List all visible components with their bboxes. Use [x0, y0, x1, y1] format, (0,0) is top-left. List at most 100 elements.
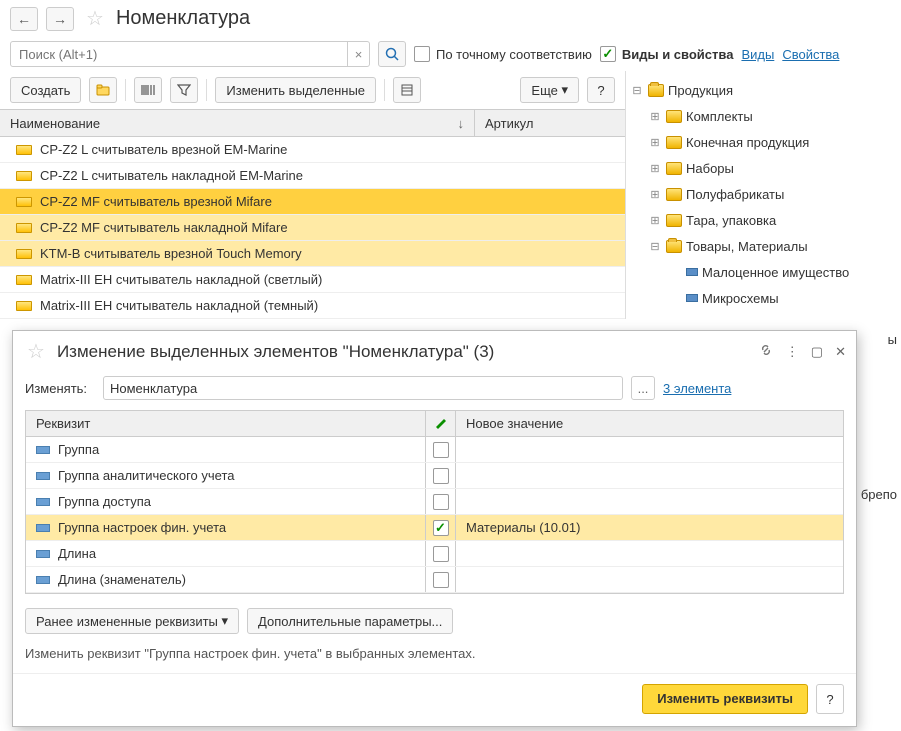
change-field-more-button[interactable]: ... [631, 376, 655, 400]
table-row[interactable]: CP-Z2 L считыватель врезной EM-Marine [0, 137, 625, 163]
change-label: Изменять: [25, 381, 95, 396]
folder-icon [666, 110, 682, 123]
field-icon [36, 446, 50, 454]
field-icon [36, 576, 50, 584]
favorite-star-icon[interactable]: ☆ [86, 6, 104, 31]
list-settings-button[interactable] [393, 77, 421, 103]
dialog-col-edit[interactable] [426, 411, 456, 436]
expand-icon[interactable]: ⊞ [648, 213, 662, 227]
tree-item[interactable]: Микросхемы [630, 285, 897, 311]
tree-folder[interactable]: ⊞Тара, упаковка [630, 207, 897, 233]
extra-params-button[interactable]: Дополнительные параметры... [247, 608, 453, 634]
checkbox-icon [414, 46, 430, 62]
table-row[interactable]: CP-Z2 MF считыватель врезной Mifare [0, 189, 625, 215]
collapse-icon[interactable]: ⊟ [648, 239, 662, 253]
field-icon [36, 524, 50, 532]
page-title: Номенклатура [116, 7, 250, 30]
item-icon [686, 294, 698, 302]
search-input[interactable] [11, 47, 347, 62]
field-icon [36, 550, 50, 558]
tree-folder[interactable]: ⊞Комплекты [630, 103, 897, 129]
tree-folder[interactable]: ⊞Наборы [630, 155, 897, 181]
count-link[interactable]: 3 элемента [663, 381, 731, 396]
search-field[interactable]: × [10, 41, 370, 67]
table-row[interactable]: CP-Z2 L считыватель накладной EM-Marine [0, 163, 625, 189]
checkbox-icon[interactable] [433, 442, 449, 458]
col-article-header[interactable]: Артикул [475, 110, 625, 136]
dialog-help-button[interactable]: ? [816, 684, 844, 714]
item-icon [16, 145, 32, 155]
checkbox-icon[interactable] [433, 546, 449, 562]
item-icon [16, 223, 32, 233]
table-row[interactable]: CP-Z2 MF считыватель накладной Mifare [0, 215, 625, 241]
table-row[interactable]: KTM-B считыватель врезной Touch Memory [0, 241, 625, 267]
requisite-row[interactable]: Группа доступа [26, 489, 843, 515]
nav-back-button[interactable]: ← [10, 7, 38, 31]
checkbox-icon [600, 46, 616, 62]
change-selected-button[interactable]: Изменить выделенные [215, 77, 376, 103]
tree-root[interactable]: ⊟ Продукция [630, 77, 897, 103]
change-field[interactable]: Номенклатура [103, 376, 623, 400]
checkbox-icon[interactable] [433, 572, 449, 588]
collapse-icon[interactable]: ⊟ [630, 83, 644, 97]
requisite-row[interactable]: Группа аналитического учета [26, 463, 843, 489]
search-clear-button[interactable]: × [347, 42, 369, 66]
dialog-title: Изменение выделенных элементов "Номенкла… [57, 342, 750, 362]
search-button[interactable] [378, 41, 406, 67]
folder-icon [666, 162, 682, 175]
dialog-col-requisite[interactable]: Реквизит [26, 411, 426, 436]
create-folder-button[interactable] [89, 77, 117, 103]
checkbox-icon[interactable] [433, 468, 449, 484]
types-props-checkbox[interactable]: Виды и свойства [600, 46, 734, 62]
apply-button[interactable]: Изменить реквизиты [642, 684, 808, 714]
dialog-col-value[interactable]: Новое значение [456, 411, 843, 436]
create-button[interactable]: Создать [10, 77, 81, 103]
table-row[interactable]: Matrix-III EH считыватель накладной (тем… [0, 293, 625, 319]
requisite-row[interactable]: Группа [26, 437, 843, 463]
grid-header: Наименование ↓ Артикул [0, 109, 625, 137]
expand-icon[interactable]: ⊞ [648, 135, 662, 149]
maximize-icon[interactable]: ▢ [811, 344, 823, 360]
nav-forward-button[interactable]: → [46, 7, 74, 31]
expand-icon[interactable]: ⊞ [648, 109, 662, 123]
item-icon [16, 249, 32, 259]
barcode-button[interactable] [134, 77, 162, 103]
favorite-star-icon[interactable]: ☆ [27, 339, 45, 364]
table-row[interactable]: Matrix-III EH считыватель накладной (све… [0, 267, 625, 293]
menu-icon[interactable]: ⋮ [786, 344, 799, 360]
col-name-header[interactable]: Наименование ↓ [0, 110, 475, 136]
item-icon [16, 301, 32, 311]
folder-icon [666, 214, 682, 227]
more-button[interactable]: Еще ▾ [520, 77, 579, 103]
props-link[interactable]: Свойства [782, 47, 839, 62]
tree-folder[interactable]: ⊞Конечная продукция [630, 129, 897, 155]
tree-folder-materials[interactable]: ⊟ Товары, Материалы [630, 233, 897, 259]
exact-match-checkbox[interactable]: По точному соответствию [414, 46, 592, 62]
change-selected-dialog: ☆ Изменение выделенных элементов "Номенк… [12, 330, 857, 727]
folder-icon [666, 136, 682, 149]
requisite-row[interactable]: Группа настроек фин. учетаМатериалы (10.… [26, 515, 843, 541]
expand-icon[interactable]: ⊞ [648, 187, 662, 201]
help-button[interactable]: ? [587, 77, 615, 103]
expand-icon[interactable]: ⊞ [648, 161, 662, 175]
item-icon [16, 171, 32, 181]
folder-icon [666, 188, 682, 201]
checkbox-icon[interactable] [433, 520, 449, 536]
tree-item[interactable]: Малоценное имущество [630, 259, 897, 285]
folder-icon [648, 84, 664, 97]
link-icon[interactable] [758, 342, 774, 361]
prev-changed-button[interactable]: Ранее измененные реквизиты ▾ [25, 608, 239, 634]
tree-folder[interactable]: ⊞Полуфабрикаты [630, 181, 897, 207]
item-icon [16, 275, 32, 285]
folder-icon [666, 240, 682, 253]
hint-text: Изменить реквизит "Группа настроек фин. … [13, 642, 856, 665]
item-icon [686, 268, 698, 276]
requisite-row[interactable]: Длина (знаменатель) [26, 567, 843, 593]
requisite-row[interactable]: Длина [26, 541, 843, 567]
tree-partial-label: ы [888, 332, 897, 347]
types-link[interactable]: Виды [741, 47, 774, 62]
sort-arrow-icon: ↓ [458, 116, 465, 131]
filter-button[interactable] [170, 77, 198, 103]
close-icon[interactable]: ✕ [835, 344, 846, 360]
checkbox-icon[interactable] [433, 494, 449, 510]
